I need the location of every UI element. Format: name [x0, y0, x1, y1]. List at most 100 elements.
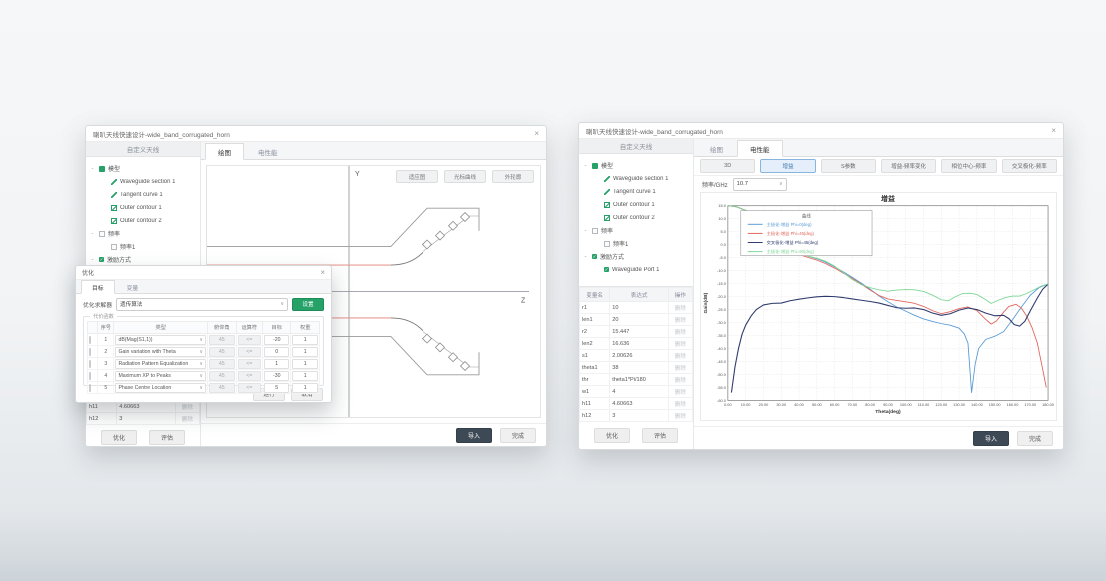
variable-delete-button[interactable]: 删除 — [668, 386, 692, 398]
evaluate-button[interactable]: 评估 — [642, 428, 678, 443]
tree-item[interactable]: 频率1 — [582, 237, 690, 250]
tree-item[interactable]: - 模型 — [582, 159, 690, 172]
tab-performance[interactable]: 电性能 — [737, 140, 783, 157]
solver-select[interactable]: 遗传算法 ∨ — [116, 298, 288, 311]
goal-weight-field[interactable]: 1 — [292, 383, 318, 393]
tree-item[interactable]: Waveguide section 1 — [89, 175, 197, 188]
variable-expression[interactable]: 16.636 — [610, 338, 669, 350]
import-button[interactable]: 导入 — [456, 428, 492, 443]
tree-item[interactable]: Outer contour 2 — [89, 214, 197, 227]
variable-expression[interactable]: 10 — [610, 302, 669, 314]
optimize-button[interactable]: 优化 — [101, 430, 137, 445]
toolbar-phase-center-button[interactable]: 相位中心-频率 — [941, 159, 996, 173]
variable-delete-button[interactable]: 删除 — [668, 374, 692, 386]
left-titlebar[interactable]: 喇叭天线快速设计-wide_band_corrugated_horn × — [86, 126, 546, 142]
solver-settings-button[interactable]: 设置 — [292, 298, 324, 311]
done-button[interactable]: 完成 — [500, 428, 536, 443]
tree-expander-icon[interactable]: - — [582, 254, 589, 260]
tree-item[interactable]: - 模型 — [89, 162, 197, 175]
gain-chart[interactable]: 增益0.0010.0020.0030.0040.0050.0060.0070.0… — [701, 193, 1056, 420]
variable-expression[interactable]: theta1*Pi/180 — [610, 374, 669, 386]
goal-checkbox[interactable] — [89, 372, 91, 380]
tree-expander-icon[interactable]: - — [89, 231, 96, 237]
toolbar-gain-freq-button[interactable]: 增益-频率变化 — [881, 159, 936, 173]
optimize-button[interactable]: 优化 — [594, 428, 630, 443]
goal-checkbox[interactable] — [89, 336, 91, 344]
variable-delete-button[interactable]: 删除 — [668, 302, 692, 314]
variable-delete-button[interactable]: 删除 — [175, 413, 199, 425]
variable-row: thr theta1*Pi/180 删除 — [580, 374, 693, 386]
dialog-tab-goals[interactable]: 目标 — [81, 280, 115, 294]
tree-item[interactable]: Outer contour 1 — [582, 198, 690, 211]
tab-draw[interactable]: 绘图 — [698, 141, 735, 156]
cursor-curve-button[interactable]: 光标曲线 — [444, 170, 486, 183]
variable-expression[interactable]: 3 — [610, 410, 669, 422]
toolbar-crosspol-button[interactable]: 交叉极化-频率 — [1002, 159, 1057, 173]
variable-expression[interactable]: 15.447 — [610, 326, 669, 338]
tree-item[interactable]: Waveguide section 1 — [582, 172, 690, 185]
goal-checkbox[interactable] — [89, 384, 91, 392]
right-titlebar[interactable]: 喇叭天线快速设计-wide_band_corrugated_horn × — [579, 123, 1063, 139]
variable-expression[interactable]: 4.60663 — [610, 398, 669, 410]
tree-expander-icon[interactable]: - — [582, 163, 589, 169]
variable-expression[interactable]: 2.00626 — [610, 350, 669, 362]
variable-expression[interactable]: 3 — [117, 413, 176, 425]
goal-checkbox[interactable] — [89, 348, 91, 356]
variable-expression[interactable]: 4 — [610, 386, 669, 398]
goal-weight-field[interactable]: 1 — [292, 371, 318, 381]
goal-weight-field[interactable]: 1 — [292, 359, 318, 369]
outer-contour-button[interactable]: 外轮廓 — [492, 170, 534, 183]
fit-view-button[interactable]: 适应图 — [396, 170, 438, 183]
tree-item[interactable]: - 频率 — [582, 224, 690, 237]
close-icon[interactable]: × — [320, 269, 325, 277]
goal-weight-field[interactable]: 1 — [292, 347, 318, 357]
tree-item[interactable]: - 激励方式 — [582, 250, 690, 263]
goal-target-field[interactable]: 0 — [264, 347, 289, 357]
tree-item[interactable]: 频率1 — [89, 240, 197, 253]
goal-target-field[interactable]: -30 — [264, 371, 289, 381]
variable-expression[interactable]: 20 — [610, 314, 669, 326]
tree-item[interactable]: - 频率 — [89, 227, 197, 240]
tree-expander-icon[interactable]: - — [89, 166, 96, 172]
variable-expression[interactable]: 38 — [610, 362, 669, 374]
toolbar-gain-button[interactable]: 增益 — [760, 159, 815, 173]
variable-delete-button[interactable]: 删除 — [668, 314, 692, 326]
variable-delete-button[interactable]: 删除 — [668, 350, 692, 362]
done-button[interactable]: 完成 — [1017, 431, 1053, 446]
dialog-titlebar[interactable]: 优化 × — [76, 266, 331, 280]
goal-type-select[interactable]: Gain variation with Theta∨ — [115, 347, 206, 357]
import-button[interactable]: 导入 — [973, 431, 1009, 446]
close-icon[interactable]: × — [534, 130, 539, 138]
tree-expander-icon[interactable]: - — [89, 257, 96, 263]
goal-type-select[interactable]: Radiation Pattern Equalization∨ — [115, 359, 206, 369]
goal-target-field[interactable]: -20 — [264, 335, 289, 345]
evaluate-button[interactable]: 评估 — [149, 430, 185, 445]
variable-delete-button[interactable]: 删除 — [668, 338, 692, 350]
tree-item[interactable]: Waveguide Port 1 — [582, 263, 690, 276]
dialog-tab-variables[interactable]: 变量 — [117, 281, 149, 293]
goal-type-select[interactable]: Maximum XP to Peaks∨ — [115, 371, 206, 381]
goal-target-field[interactable]: 1 — [264, 359, 289, 369]
goal-checkbox[interactable] — [89, 360, 91, 368]
goal-number: 5 — [98, 382, 114, 394]
variable-delete-button[interactable]: 删除 — [668, 362, 692, 374]
tab-performance[interactable]: 电性能 — [246, 144, 290, 159]
goal-type-select[interactable]: dB(Mag(S1,1))∨ — [115, 335, 206, 345]
goal-type-select[interactable]: Phase Centre Location∨ — [115, 383, 206, 393]
variable-delete-button[interactable]: 删除 — [668, 326, 692, 338]
tab-draw[interactable]: 绘图 — [205, 143, 244, 160]
variable-delete-button[interactable]: 删除 — [668, 398, 692, 410]
tree-item[interactable]: Tangent curve 1 — [582, 185, 690, 198]
frequency-select[interactable]: 10.7 ∨ — [733, 178, 787, 191]
variable-delete-button[interactable]: 删除 — [668, 410, 692, 422]
chevron-down-icon: ∨ — [199, 349, 203, 355]
goal-target-field[interactable]: 5 — [264, 383, 289, 393]
tree-expander-icon[interactable]: - — [582, 228, 589, 234]
tree-item[interactable]: Outer contour 1 — [89, 201, 197, 214]
tree-item[interactable]: Outer contour 2 — [582, 211, 690, 224]
close-icon[interactable]: × — [1051, 127, 1056, 135]
goal-weight-field[interactable]: 1 — [292, 335, 318, 345]
toolbar-sparam-button[interactable]: S参数 — [821, 159, 876, 173]
tree-item[interactable]: Tangent curve 1 — [89, 188, 197, 201]
toolbar-3d-button[interactable]: 3D — [700, 159, 755, 173]
